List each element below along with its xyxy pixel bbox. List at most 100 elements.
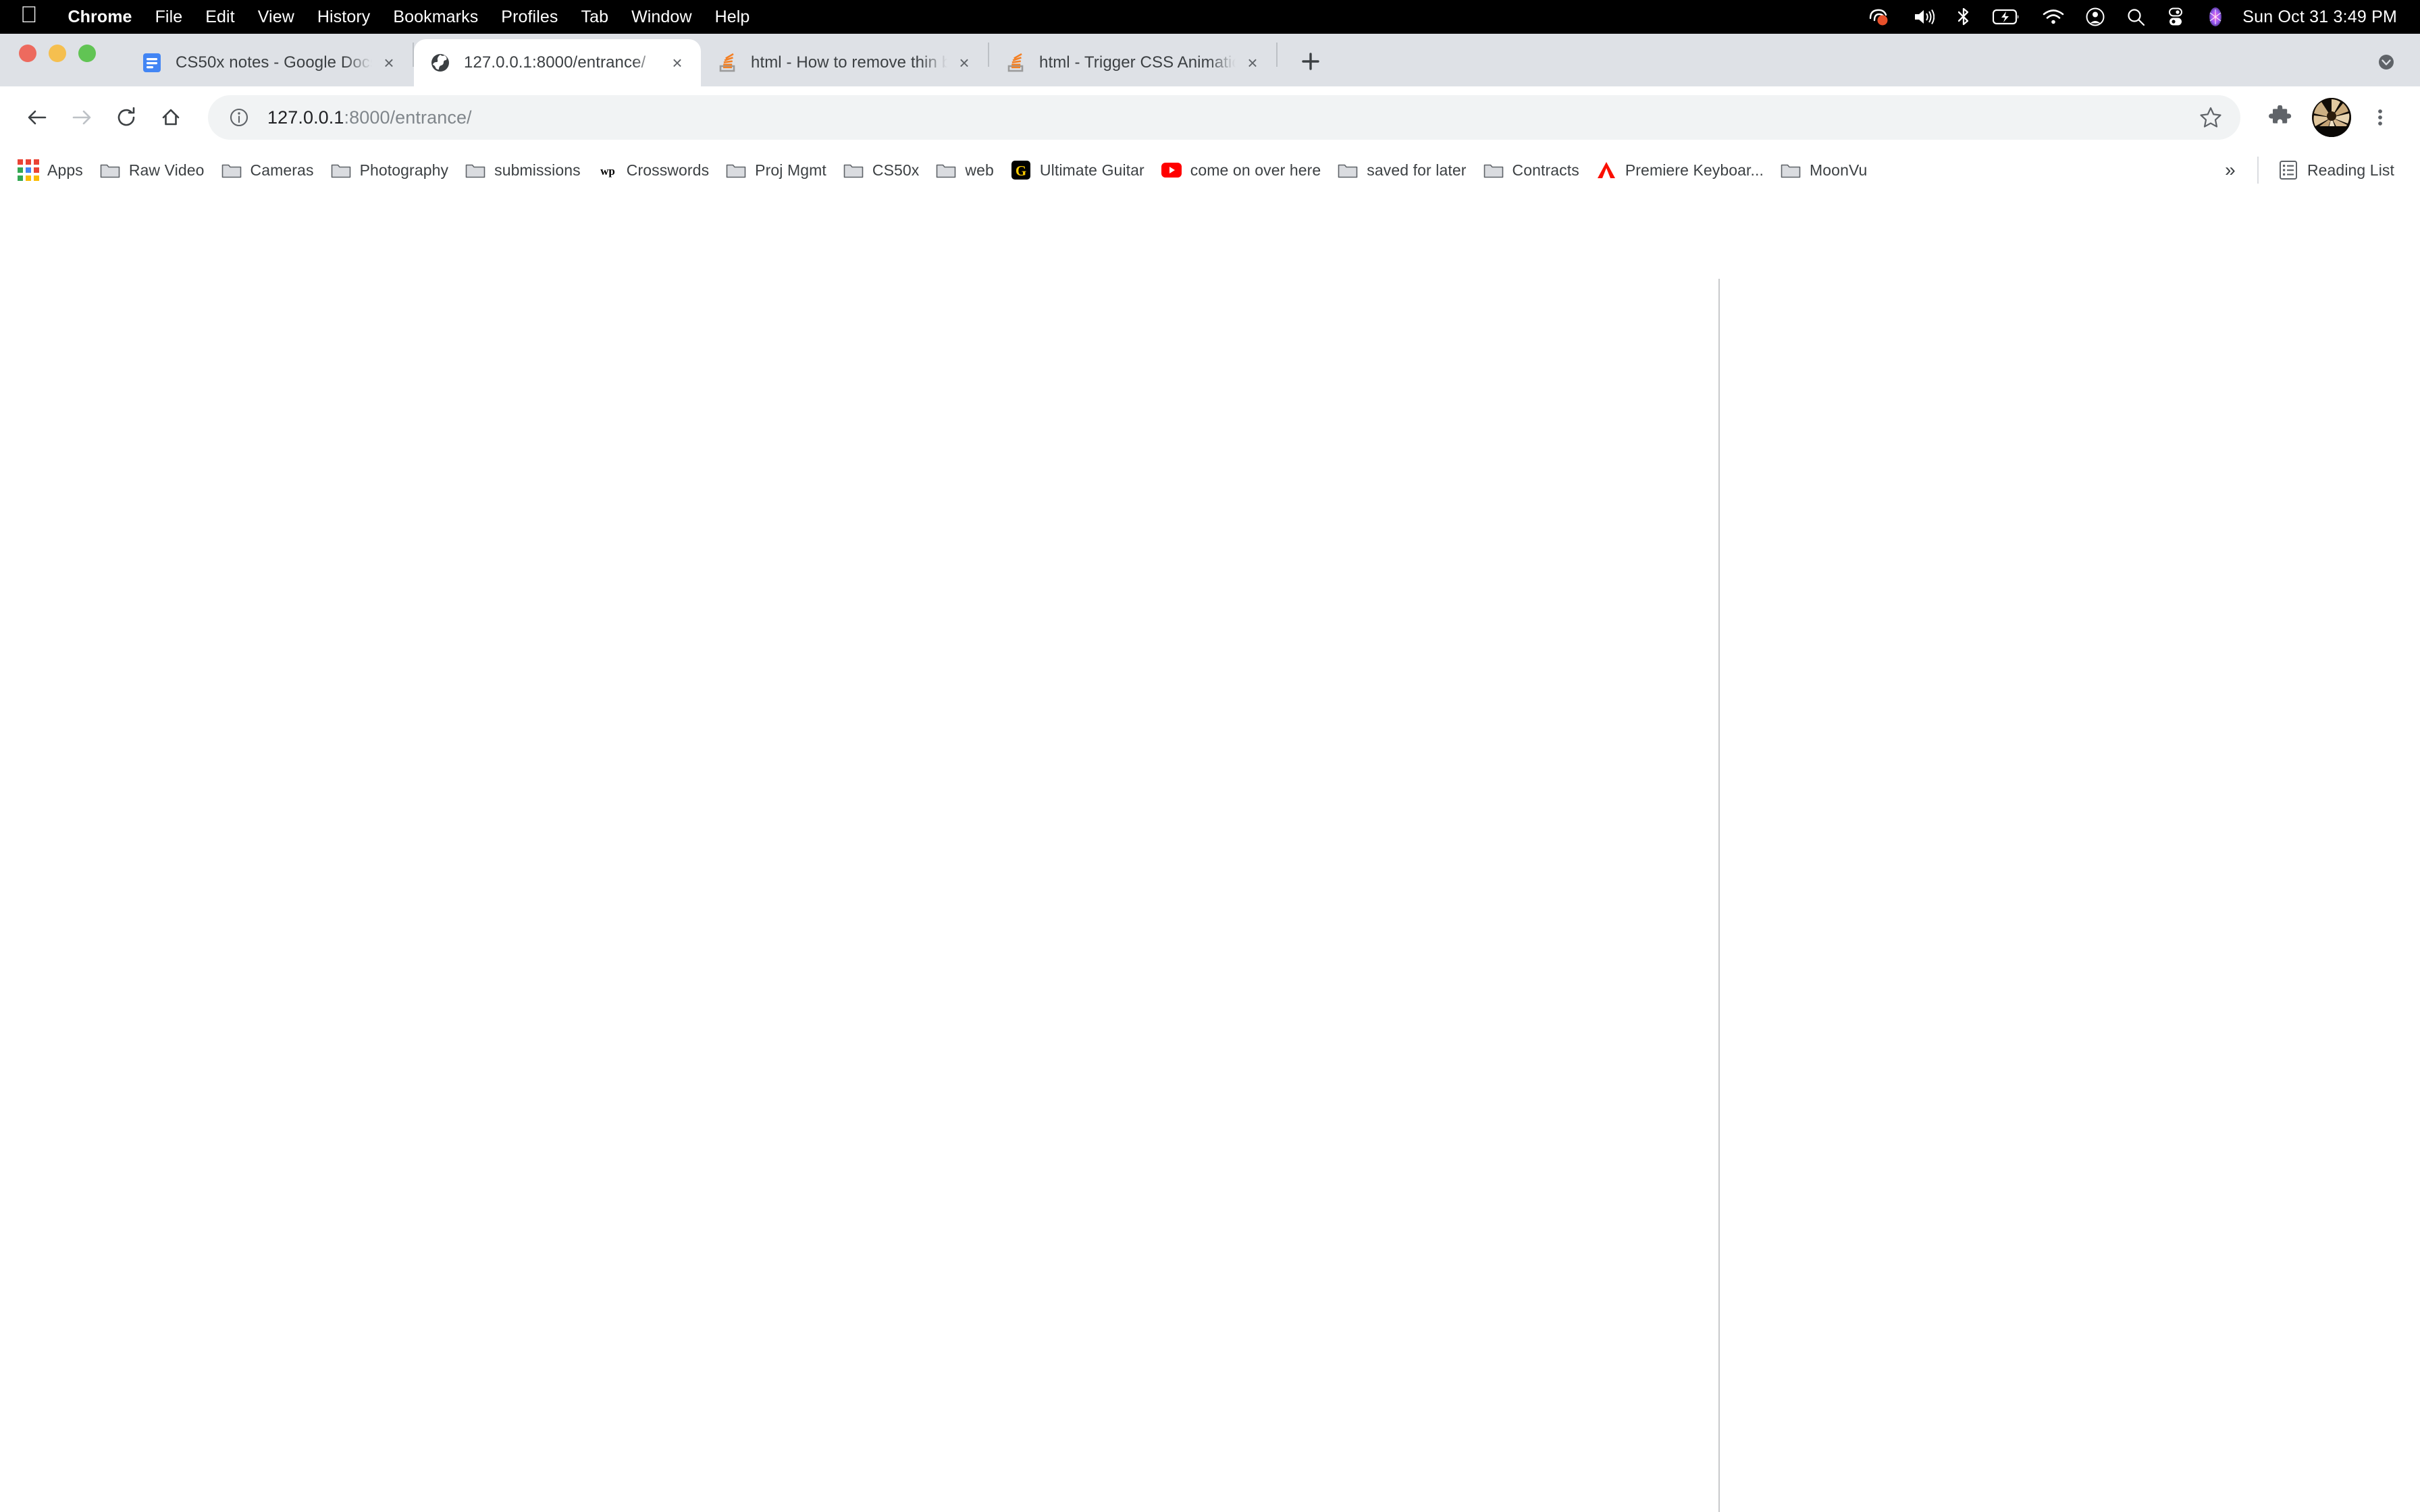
folder-icon — [725, 159, 747, 181]
bookmarks-overflow-area: » Reading List — [2214, 154, 2402, 186]
apple-logo-icon[interactable]:  — [20, 3, 38, 26]
bookmark-label: Cameras — [250, 161, 314, 179]
bookmark-contracts[interactable]: Contracts — [1475, 154, 1587, 186]
bookmark-label: web — [965, 161, 994, 179]
user-account-icon[interactable] — [2075, 0, 2115, 34]
google-docs-icon — [140, 51, 163, 74]
tab-stackoverflow-thin-border[interactable]: html - How to remove thin border × — [701, 39, 988, 86]
tab-entrance-localhost[interactable]: 127.0.0.1:8000/entrance/ × — [414, 39, 701, 86]
forward-arrow-icon[interactable] — [59, 95, 104, 140]
bookmark-premiere-keyboard[interactable]: Premiere Keyboar... — [1587, 154, 1772, 186]
bookmark-saved-for-later[interactable]: saved for later — [1329, 154, 1474, 186]
bookmark-apps[interactable]: Apps — [9, 154, 91, 186]
bookmark-crosswords[interactable]: wp Crosswords — [589, 154, 717, 186]
reload-icon[interactable] — [104, 95, 149, 140]
page-viewport[interactable] — [0, 192, 2420, 1512]
folder-icon — [330, 159, 352, 181]
folder-icon — [99, 159, 121, 181]
address-bar[interactable]: 127.0.0.1:8000/entrance/ — [208, 95, 2240, 140]
three-dot-menu-icon[interactable] — [2359, 97, 2401, 138]
chrome-browser-window: CS50x notes - Google Docs × 127.0.0.1:80… — [0, 34, 2420, 1512]
bookmark-label: saved for later — [1367, 161, 1467, 179]
menu-item-bookmarks[interactable]: Bookmarks — [382, 7, 490, 27]
reading-list-button[interactable]: Reading List — [2269, 154, 2402, 186]
tab-close-button[interactable]: × — [1240, 50, 1265, 76]
window-minimize-button[interactable] — [49, 45, 66, 62]
menu-item-window[interactable]: Window — [620, 7, 704, 27]
battery-charging-icon[interactable] — [1982, 0, 2032, 34]
tab-separator — [1276, 43, 1278, 67]
bookmarks-overflow-button[interactable]: » — [2214, 154, 2246, 186]
tab-close-button[interactable]: × — [951, 50, 977, 76]
tab-search-button[interactable] — [2373, 49, 2400, 76]
bookmark-come-on-over-here[interactable]: come on over here — [1153, 154, 1329, 186]
puzzle-piece-icon[interactable] — [2259, 97, 2301, 138]
info-circle-icon[interactable] — [226, 104, 253, 131]
folder-icon — [465, 159, 486, 181]
tab-close-button[interactable]: × — [376, 50, 402, 76]
tab-title: html - How to remove thin border — [751, 53, 947, 72]
bookmark-ultimate-guitar[interactable]: G Ultimate Guitar — [1002, 154, 1153, 186]
menu-item-tab[interactable]: Tab — [569, 7, 620, 27]
menu-item-profiles[interactable]: Profiles — [490, 7, 569, 27]
bookmark-label: come on over here — [1190, 161, 1321, 179]
menu-bar-clock[interactable]: Sun Oct 31 3:49 PM — [2236, 7, 2402, 27]
tab-cs50x-notes[interactable]: CS50x notes - Google Docs × — [126, 39, 413, 86]
tab-title: 127.0.0.1:8000/entrance/ — [464, 53, 646, 72]
control-center-icon[interactable] — [2156, 0, 2195, 34]
new-tab-button[interactable] — [1290, 40, 1332, 82]
bookmark-label: Proj Mgmt — [755, 161, 826, 179]
bookmark-web[interactable]: web — [927, 154, 1002, 186]
bookmark-label: Photography — [359, 161, 449, 179]
window-close-button[interactable] — [19, 45, 36, 62]
bookmark-label: MoonVu — [1810, 161, 1868, 179]
bookmark-label: Raw Video — [128, 161, 205, 179]
stackoverflow-icon — [1004, 51, 1027, 74]
url-host: 127.0.0.1 — [267, 107, 344, 128]
profile-avatar[interactable] — [2312, 98, 2351, 137]
washington-post-icon: wp — [597, 159, 619, 181]
stackoverflow-icon — [716, 51, 739, 74]
back-arrow-icon[interactable] — [15, 95, 59, 140]
menu-item-history[interactable]: History — [306, 7, 382, 27]
volume-icon[interactable] — [1902, 0, 1945, 34]
screen-recording-icon[interactable] — [1858, 0, 1902, 34]
siri-icon[interactable] — [2195, 0, 2236, 34]
folder-icon — [1483, 159, 1504, 181]
bookmark-label: Ultimate Guitar — [1039, 161, 1145, 179]
bookmark-moonvu[interactable]: MoonVu — [1772, 154, 1875, 186]
spotlight-search-icon[interactable] — [2115, 0, 2156, 34]
folder-icon — [1780, 159, 1801, 181]
globe-icon — [429, 51, 452, 74]
folder-icon — [221, 159, 242, 181]
bookmark-raw-video[interactable]: Raw Video — [91, 154, 213, 186]
home-icon[interactable] — [149, 95, 193, 140]
bookmark-submissions[interactable]: submissions — [456, 154, 589, 186]
menu-item-file[interactable]: File — [144, 7, 194, 27]
bookmarks-divider — [2257, 157, 2259, 184]
address-bar-url[interactable]: 127.0.0.1:8000/entrance/ — [267, 107, 2186, 128]
bookmark-label: Contracts — [1512, 161, 1579, 179]
folder-icon — [935, 159, 957, 181]
window-zoom-button[interactable] — [78, 45, 96, 62]
bookmark-label: Crosswords — [626, 161, 710, 179]
menu-item-view[interactable]: View — [246, 7, 306, 27]
bluetooth-icon[interactable] — [1945, 0, 1982, 34]
bookmark-proj-mgmt[interactable]: Proj Mgmt — [717, 154, 835, 186]
bookmark-photography[interactable]: Photography — [322, 154, 457, 186]
reading-list-icon — [2278, 159, 2299, 181]
bookmark-cs50x[interactable]: CS50x — [835, 154, 928, 186]
tab-close-button[interactable]: × — [664, 50, 690, 76]
tab-stackoverflow-css-animations[interactable]: html - Trigger CSS Animations in × — [989, 39, 1276, 86]
bookmarks-bar: Apps Raw Video Cameras Photography submi — [0, 148, 2420, 192]
apps-grid-icon — [18, 159, 39, 181]
bookmark-star-icon[interactable] — [2193, 100, 2228, 135]
bookmark-cameras[interactable]: Cameras — [213, 154, 322, 186]
tab-strip: CS50x notes - Google Docs × 127.0.0.1:80… — [0, 34, 2420, 86]
wifi-icon[interactable] — [2032, 0, 2075, 34]
bookmark-label: CS50x — [872, 161, 920, 179]
ultimate-guitar-icon: G — [1010, 159, 1032, 181]
menu-item-chrome[interactable]: Chrome — [57, 7, 144, 27]
menu-item-edit[interactable]: Edit — [194, 7, 246, 27]
menu-item-help[interactable]: Help — [704, 7, 762, 27]
